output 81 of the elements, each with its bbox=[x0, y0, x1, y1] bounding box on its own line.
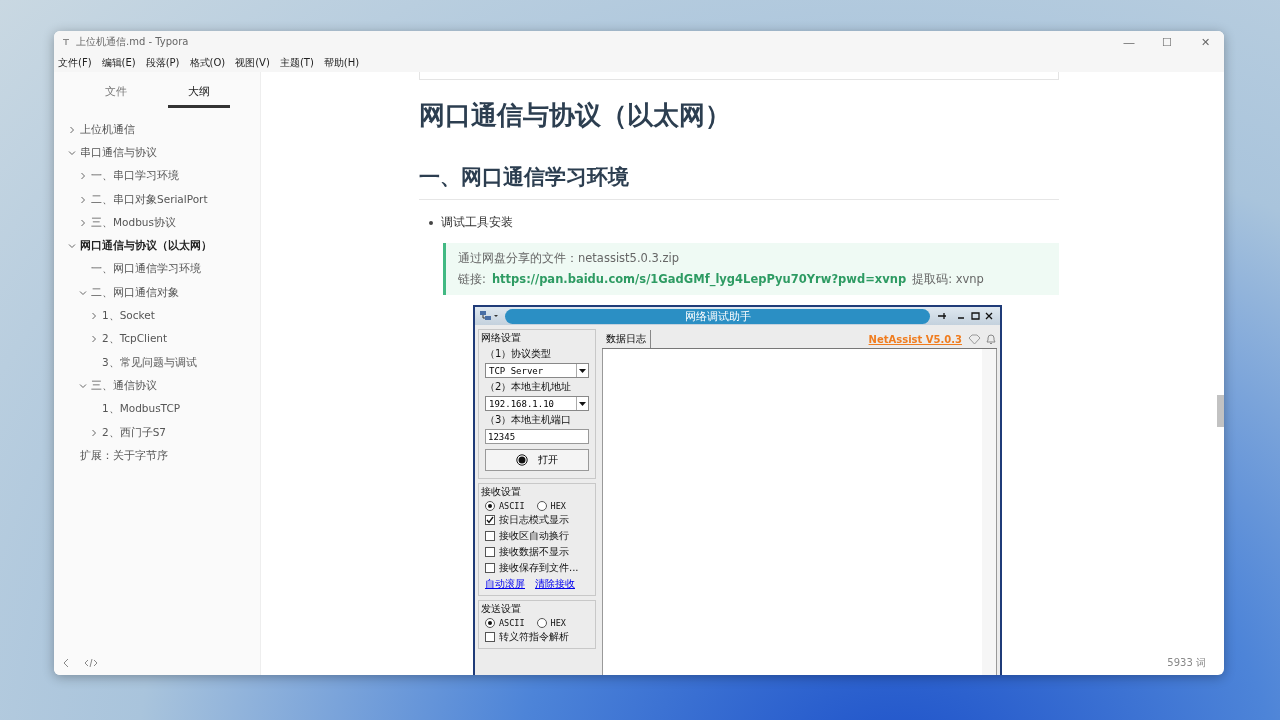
action-link[interactable]: 清除接收 bbox=[535, 577, 575, 591]
dropdown-arrow-icon[interactable] bbox=[579, 368, 586, 373]
checkbox-option[interactable]: 转义符指令解析 bbox=[485, 630, 589, 644]
group-title: 接收设置 bbox=[481, 485, 522, 499]
caret-icon[interactable] bbox=[68, 242, 76, 251]
dropdown-arrow-icon[interactable] bbox=[579, 401, 586, 406]
outline-item[interactable]: 一、网口通信学习环境 bbox=[91, 262, 201, 277]
port-field[interactable]: 12345 bbox=[485, 429, 589, 444]
caret-icon[interactable] bbox=[79, 218, 87, 227]
caret-icon[interactable] bbox=[79, 288, 87, 297]
radio-option[interactable]: ASCII bbox=[485, 501, 525, 511]
outline-item[interactable]: 3、常见问题与调试 bbox=[102, 355, 197, 370]
maximize-button[interactable]: ☐ bbox=[1148, 34, 1186, 50]
caret-icon[interactable] bbox=[68, 125, 76, 134]
caret-icon[interactable] bbox=[79, 172, 87, 181]
bell-icon[interactable] bbox=[985, 333, 997, 345]
radio-option[interactable]: HEX bbox=[536, 501, 566, 511]
checkbox-option[interactable]: 接收区自动换行 bbox=[485, 529, 589, 543]
code-icon[interactable] bbox=[84, 658, 98, 668]
radio-option[interactable]: ASCII bbox=[485, 618, 525, 628]
caret-icon[interactable] bbox=[79, 195, 87, 204]
check-icon bbox=[486, 516, 494, 524]
outline-item[interactable]: 扩展：关于字节序 bbox=[80, 448, 168, 463]
outline-item[interactable]: 三、Modbus协议 bbox=[91, 215, 176, 230]
heading: 网口通信与协议（以太网） bbox=[419, 99, 732, 132]
host-dropdown[interactable]: 192.168.1.10 bbox=[485, 396, 589, 411]
window-title: 网络调试助手 bbox=[505, 308, 930, 324]
menu-item[interactable]: 格式(O) bbox=[189, 55, 226, 70]
word-count: 5933 词 bbox=[1167, 656, 1206, 670]
outline-item[interactable]: 一、串口学习环境 bbox=[91, 169, 179, 184]
outline-item[interactable]: 二、串口对象SerialPort bbox=[91, 192, 208, 207]
subheading: 一、网口通信学习环境 bbox=[419, 163, 1059, 200]
minimize-button[interactable]: — bbox=[1110, 35, 1148, 49]
log-tab[interactable]: 数据日志 bbox=[602, 330, 651, 348]
scrollbar-thumb[interactable] bbox=[1217, 395, 1224, 427]
bullet-icon bbox=[429, 220, 433, 225]
group-title: 网络设置 bbox=[481, 331, 522, 345]
sidebar-tab[interactable]: 大纲 bbox=[167, 82, 230, 108]
caret-icon[interactable] bbox=[90, 312, 98, 320]
record-icon bbox=[516, 454, 528, 466]
menu-item[interactable]: 段落(P) bbox=[145, 55, 180, 70]
caret-icon[interactable] bbox=[90, 428, 98, 437]
menu-item[interactable]: 视图(V) bbox=[235, 55, 270, 70]
group-title: 发送设置 bbox=[481, 602, 522, 616]
outline-item[interactable]: 1、ModbusTCP bbox=[102, 402, 181, 417]
app-icon bbox=[62, 38, 70, 46]
radio-option[interactable]: HEX bbox=[536, 618, 566, 628]
outline-item[interactable]: 网口通信与协议（以太网） bbox=[80, 239, 212, 254]
note-text: 提取码: xvnp bbox=[912, 272, 984, 287]
checkbox-option[interactable]: 按日志模式显示 bbox=[485, 513, 589, 527]
window-title: 上位机通信.md - Typora bbox=[76, 35, 190, 49]
sidebar-tab[interactable]: 文件 bbox=[84, 82, 147, 108]
outline-item[interactable]: 1、Socket bbox=[102, 309, 155, 323]
caret-icon[interactable] bbox=[79, 381, 87, 390]
outline-item[interactable]: 2、西门子S7 bbox=[102, 425, 167, 440]
caret-icon[interactable] bbox=[68, 148, 76, 157]
open-button[interactable]: 打开 bbox=[485, 449, 589, 471]
menu-item[interactable]: 主题(T) bbox=[279, 55, 314, 70]
diamond-icon[interactable] bbox=[968, 334, 981, 345]
action-link[interactable]: 自动滚屏 bbox=[485, 577, 525, 591]
field-label: （2）本地主机地址 bbox=[485, 380, 573, 394]
chevron-left-icon[interactable] bbox=[62, 658, 70, 668]
menu-item[interactable]: 帮助(H) bbox=[323, 55, 360, 70]
checkbox-option[interactable]: 接收数据不显示 bbox=[485, 545, 589, 559]
menu-item[interactable]: 编辑(E) bbox=[101, 55, 136, 70]
outline-item[interactable]: 2、TcpClient bbox=[102, 332, 168, 347]
outline-item[interactable]: 串口通信与协议 bbox=[80, 145, 157, 160]
field-label: （3）本地主机端口 bbox=[485, 413, 573, 427]
list-item-text: 调试工具安装 bbox=[441, 214, 513, 231]
menu-item[interactable]: 文件(F) bbox=[58, 55, 92, 70]
close-button[interactable]: ✕ bbox=[1186, 34, 1224, 50]
outline-item[interactable]: 二、网口通信对象 bbox=[91, 285, 179, 300]
note-label: 链接: bbox=[458, 272, 486, 287]
field-label: （1）协议类型 bbox=[485, 347, 553, 361]
caret-icon[interactable] bbox=[90, 335, 98, 344]
network-icon[interactable] bbox=[479, 310, 499, 322]
note-text: 通过网盘分享的文件：netassist5.0.3.zip bbox=[458, 251, 680, 266]
outline-item[interactable]: 三、通信协议 bbox=[91, 378, 157, 393]
outline-item[interactable]: 上位机通信 bbox=[80, 122, 135, 137]
protocol-dropdown[interactable]: TCP Server bbox=[485, 363, 589, 378]
checkbox-option[interactable]: 接收保存到文件... bbox=[485, 561, 589, 575]
